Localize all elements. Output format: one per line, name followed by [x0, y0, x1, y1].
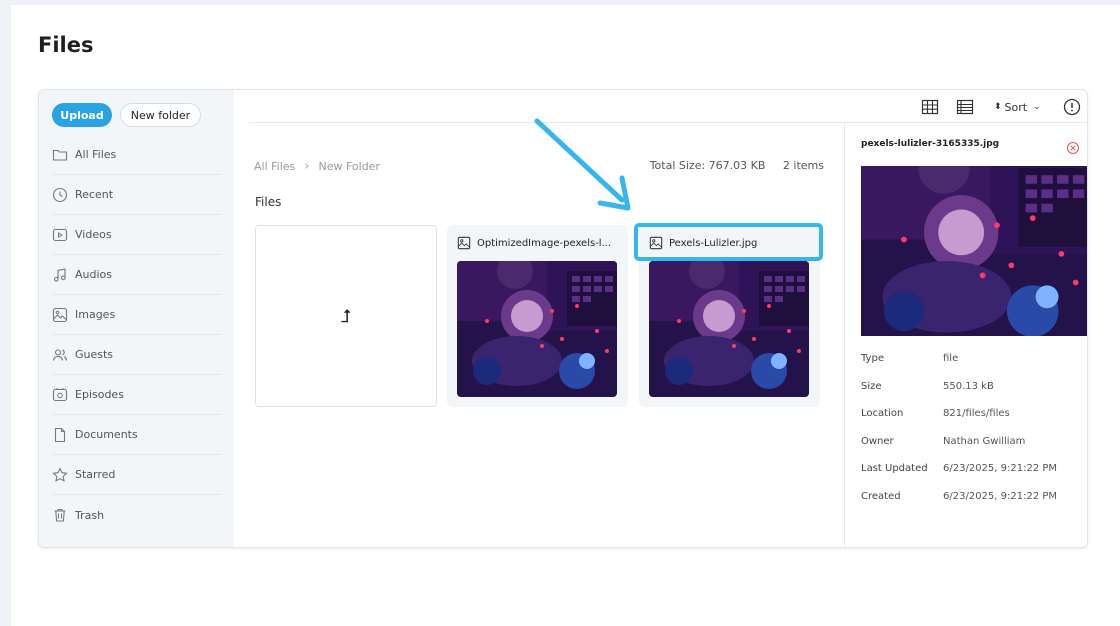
- file-thumbnail: [457, 261, 617, 397]
- sidebar-item-label: Episodes: [75, 388, 124, 401]
- chevron-right-icon: ›: [304, 159, 310, 174]
- sidebar-item-label: Audios: [75, 268, 112, 281]
- file-thumbnail: [649, 261, 809, 397]
- meta-value: 821/files/files: [943, 408, 1010, 420]
- file-name: OptimizedImage-pexels-l...: [477, 237, 612, 249]
- sidebar-item-guests[interactable]: Guests: [52, 335, 222, 375]
- sort-label: Sort: [1004, 100, 1028, 114]
- breadcrumb-all-files[interactable]: All Files: [254, 160, 295, 173]
- toolbar: ⬍ Sort ⌄: [249, 90, 1087, 123]
- sidebar-item-audios[interactable]: Audios: [52, 255, 222, 295]
- sidebar-item-episodes[interactable]: Episodes: [52, 375, 222, 415]
- folder-totals: Total Size: 767.03 KB 2 items: [636, 159, 824, 172]
- meta-row-owner: Owner Nathan Gwilliam: [861, 428, 1081, 456]
- meta-row-created: Created 6/23/2025, 9:21:22 PM: [861, 483, 1081, 511]
- details-filename: pexels-lulizler-3165335.jpg: [861, 139, 1000, 149]
- sort-icon: ⬍: [994, 102, 1002, 112]
- sidebar-item-documents[interactable]: Documents: [52, 415, 222, 455]
- file-card[interactable]: OptimizedImage-pexels-l...: [447, 225, 628, 407]
- image-icon: [52, 307, 68, 323]
- upload-button[interactable]: Upload: [52, 103, 112, 127]
- meta-key: Location: [861, 408, 904, 420]
- section-title: Files: [255, 195, 282, 209]
- file-browser: All Files › New Folder Total Size: 767.0…: [234, 123, 844, 547]
- sidebar-item-starred[interactable]: Starred: [52, 455, 222, 495]
- sidebar-nav: All Files Recent Videos Audios Images Gu…: [52, 135, 249, 535]
- meta-row-last-updated: Last Updated 6/23/2025, 9:21:22 PM: [861, 455, 1081, 483]
- meta-value: 6/23/2025, 9:21:22 PM: [943, 463, 1058, 475]
- page-title: Files: [38, 33, 94, 57]
- meta-value: 6/23/2025, 9:21:22 PM: [943, 490, 1058, 502]
- meta-value: file: [943, 353, 959, 365]
- trash-icon: [52, 507, 68, 523]
- sidebar-item-videos[interactable]: Videos: [52, 215, 222, 255]
- star-icon: [52, 466, 68, 483]
- grid-view-icon[interactable]: [921, 98, 939, 116]
- total-size: Total Size: 767.03 KB: [649, 159, 766, 172]
- sidebar-item-images[interactable]: Images: [52, 295, 222, 335]
- parent-folder-card[interactable]: ⮥: [255, 225, 437, 407]
- sidebar-item-label: Trash: [75, 508, 105, 522]
- sidebar: Upload New folder All Files Recent Video…: [39, 90, 234, 547]
- meta-key: Owner: [861, 435, 894, 447]
- meta-key: Last Updated: [861, 463, 928, 475]
- sort-dropdown[interactable]: ⬍ Sort ⌄: [994, 98, 1041, 116]
- sidebar-item-label: Documents: [75, 428, 138, 441]
- meta-value: Nathan Gwilliam: [943, 435, 1026, 447]
- meta-key: Type: [861, 353, 884, 365]
- breadcrumb-new-folder[interactable]: New Folder: [318, 160, 379, 173]
- meta-row-type: Type file: [861, 345, 1081, 373]
- sidebar-item-recent[interactable]: Recent: [52, 175, 222, 215]
- list-view-icon[interactable]: [956, 98, 974, 116]
- folder-icon: [52, 147, 68, 163]
- sidebar-item-label: All Files: [75, 148, 117, 161]
- meta-row-location: Location 821/files/files: [861, 400, 1081, 428]
- file-card-header: OptimizedImage-pexels-l...: [457, 235, 611, 251]
- meta-key: Size: [861, 380, 882, 392]
- breadcrumb: All Files › New Folder: [254, 159, 380, 174]
- file-manager-panel: Upload New folder All Files Recent Video…: [38, 89, 1088, 548]
- info-icon[interactable]: [1063, 98, 1081, 116]
- podcast-icon: [52, 387, 68, 403]
- sidebar-item-label: Images: [75, 308, 116, 321]
- details-panel: pexels-lulizler-3165335.jpg Type file Siz…: [844, 123, 1088, 547]
- close-icon[interactable]: [1066, 140, 1080, 154]
- chevron-down-icon: ⌄: [1033, 102, 1041, 112]
- video-icon: [52, 227, 68, 243]
- sidebar-item-label: Starred: [75, 468, 116, 481]
- clock-icon: [52, 187, 68, 203]
- meta-row-size: Size 550.13 kB: [861, 373, 1081, 401]
- image-icon: [457, 236, 471, 250]
- music-icon: [52, 267, 68, 283]
- image-preview: [861, 166, 1088, 336]
- sidebar-item-label: Guests: [75, 348, 114, 361]
- file-metadata: Type file Size 550.13 kB Location 821/files…: [861, 345, 1081, 510]
- highlight-box: [634, 223, 823, 261]
- up-arrow-icon: ⮥: [340, 305, 352, 327]
- meta-value: 550.13 kB: [943, 380, 994, 392]
- meta-key: Created: [861, 490, 901, 502]
- sidebar-item-trash[interactable]: Trash: [52, 495, 222, 535]
- item-count: 2 items: [782, 159, 824, 172]
- sidebar-item-label: Recent: [75, 188, 114, 201]
- users-icon: [52, 347, 68, 363]
- sidebar-item-all-files[interactable]: All Files: [52, 135, 222, 175]
- sidebar-item-label: Videos: [75, 228, 112, 241]
- document-icon: [52, 427, 68, 443]
- new-folder-button[interactable]: New folder: [120, 103, 201, 127]
